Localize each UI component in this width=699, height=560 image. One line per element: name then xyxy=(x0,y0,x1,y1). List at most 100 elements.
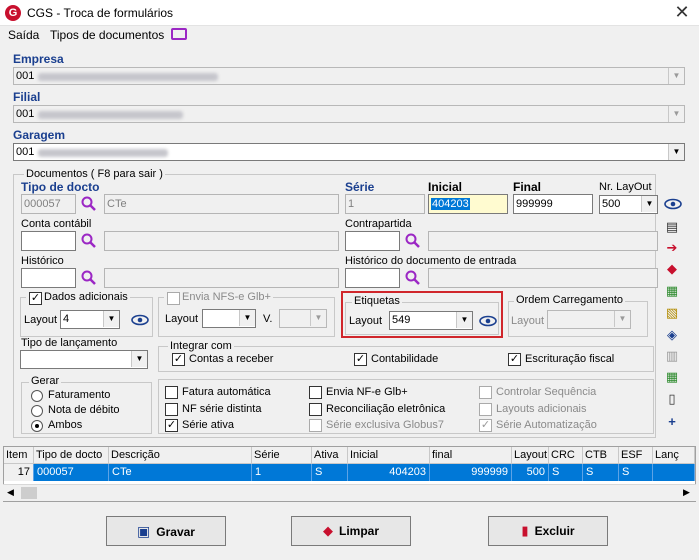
conta-contabil-field[interactable] xyxy=(21,231,76,251)
dados-adicionais-layout-select[interactable]: 4 ▼ xyxy=(60,310,120,329)
eye-icon[interactable] xyxy=(664,197,682,211)
historico-entrada-field[interactable] xyxy=(345,268,400,288)
preview-icon[interactable]: ▯ xyxy=(662,390,682,408)
table-row-cell[interactable]: 500 xyxy=(512,464,549,481)
envia-nfs-checkbox[interactable] xyxy=(167,292,180,305)
monitor-icon[interactable] xyxy=(171,28,187,40)
chevron-down-icon[interactable]: ▼ xyxy=(641,196,657,212)
nr-layout-select[interactable]: 500 ▼ xyxy=(599,195,658,214)
fatura-automatica-checkbox[interactable] xyxy=(165,386,178,399)
dados-adicionais-checkbox[interactable]: ✓ xyxy=(29,292,42,305)
column-header[interactable]: CRC xyxy=(549,447,583,464)
search-icon[interactable] xyxy=(404,232,422,250)
close-icon[interactable]: ✕ xyxy=(668,1,696,23)
column-header[interactable]: Descrição xyxy=(109,447,252,464)
serie-automatizacao-checkbox[interactable]: ✓ xyxy=(479,419,492,432)
table-row-cell[interactable]: 000057 xyxy=(34,464,109,481)
layers-icon[interactable]: ◈ xyxy=(662,326,682,344)
table-row-cell[interactable]: 999999 xyxy=(430,464,512,481)
tipo-lancamento-select[interactable]: ▼ xyxy=(20,350,148,369)
search-icon[interactable] xyxy=(80,269,98,287)
table-row-cell[interactable]: 1 xyxy=(252,464,312,481)
scroll-left-icon[interactable]: ◀ xyxy=(7,487,14,498)
tipo-docto-desc-field[interactable]: CTe xyxy=(104,194,339,214)
conta-contabil-desc-field[interactable] xyxy=(104,231,339,251)
nf-serie-distinta-checkbox[interactable] xyxy=(165,403,178,416)
garagem-select[interactable]: 001 ▼ xyxy=(13,143,685,161)
table-row-cell[interactable]: CTe xyxy=(109,464,252,481)
final-field[interactable]: 999999 xyxy=(513,194,593,214)
historico-desc-field[interactable] xyxy=(104,268,339,288)
chevron-down-icon[interactable]: ▼ xyxy=(239,310,255,326)
scroll-right-icon[interactable]: ▶ xyxy=(683,487,690,498)
chevron-down-icon[interactable]: ▼ xyxy=(310,310,326,326)
excluir-button[interactable]: ▮ Excluir xyxy=(488,516,608,546)
add-icon[interactable]: + xyxy=(662,413,682,431)
tipo-docto-code-field[interactable]: 000057 xyxy=(21,194,76,214)
chevron-down-icon[interactable]: ▼ xyxy=(668,106,684,122)
reconciliacao-checkbox[interactable] xyxy=(309,403,322,416)
ambos-radio[interactable] xyxy=(31,420,43,432)
serie-ativa-checkbox[interactable]: ✓ xyxy=(165,419,178,432)
column-header[interactable]: Tipo de docto xyxy=(34,447,109,464)
menu-saida[interactable]: Saída xyxy=(8,28,39,42)
column-header[interactable]: final xyxy=(430,447,512,464)
search-icon[interactable] xyxy=(404,269,422,287)
column-header[interactable]: CTB xyxy=(583,447,619,464)
column-header[interactable]: Inicial xyxy=(348,447,430,464)
layouts-adicionais-checkbox[interactable] xyxy=(479,403,492,416)
table-row-cell[interactable]: S xyxy=(583,464,619,481)
controlar-sequencia-checkbox[interactable] xyxy=(479,386,492,399)
historico-entrada-desc-field[interactable] xyxy=(428,268,658,288)
table-row-cell[interactable]: 17 xyxy=(4,464,34,481)
contas-receber-checkbox[interactable]: ✓ xyxy=(172,353,185,366)
horizontal-scrollbar[interactable]: ◀ ▶ xyxy=(3,484,696,501)
contrapartida-field[interactable] xyxy=(345,231,400,251)
chevron-down-icon[interactable]: ▼ xyxy=(614,311,630,327)
ordem-layout-select[interactable]: ▼ xyxy=(547,310,631,329)
serie-exclusiva-checkbox[interactable] xyxy=(309,419,322,432)
column-header[interactable]: Lanç xyxy=(653,447,695,464)
table-row-cell[interactable]: S xyxy=(549,464,583,481)
table-row-cell[interactable]: S xyxy=(619,464,653,481)
stack-icon[interactable]: ◆ xyxy=(662,260,682,278)
scrollbar-thumb[interactable] xyxy=(21,487,37,499)
contrapartida-desc-field[interactable] xyxy=(428,231,658,251)
print-icon[interactable]: ▥ xyxy=(662,347,682,365)
serie-field[interactable]: 1 xyxy=(345,194,425,214)
table-row-cell[interactable]: 404203 xyxy=(348,464,430,481)
table-row-cell[interactable]: S xyxy=(312,464,348,481)
eye-icon[interactable] xyxy=(131,313,149,327)
faturamento-radio[interactable] xyxy=(31,390,43,402)
chevron-down-icon[interactable]: ▼ xyxy=(131,351,147,367)
search-icon[interactable] xyxy=(80,232,98,250)
column-header[interactable]: Item xyxy=(4,447,34,464)
document-check-icon[interactable]: ▦ xyxy=(662,282,682,300)
search-icon[interactable] xyxy=(80,195,98,213)
chevron-down-icon[interactable]: ▼ xyxy=(668,68,684,84)
column-header[interactable]: ESF xyxy=(619,447,653,464)
table-row-cell[interactable] xyxy=(653,464,695,481)
column-header[interactable]: Layout xyxy=(512,447,549,464)
grid-icon[interactable]: ▦ xyxy=(662,368,682,386)
historico-field[interactable] xyxy=(21,268,76,288)
export-icon[interactable]: ➔ xyxy=(662,239,682,257)
column-header[interactable]: Ativa xyxy=(312,447,348,464)
chevron-down-icon[interactable]: ▼ xyxy=(103,311,119,327)
envia-nfs-version-select[interactable]: ▼ xyxy=(279,309,327,328)
contabilidade-checkbox[interactable]: ✓ xyxy=(354,353,367,366)
envia-nfe-checkbox[interactable] xyxy=(309,386,322,399)
filial-select[interactable]: 001 ▼ xyxy=(13,105,685,123)
limpar-button[interactable]: ◆ Limpar xyxy=(291,516,411,546)
nota-debito-radio[interactable] xyxy=(31,405,43,417)
menu-tipos-documentos[interactable]: Tipos de documentos xyxy=(50,28,164,42)
inicial-field[interactable]: 404203 xyxy=(428,194,508,214)
empresa-select[interactable]: 001 ▼ xyxy=(13,67,685,85)
envia-nfs-layout-select[interactable]: ▼ xyxy=(202,309,256,328)
gravar-button[interactable]: ▣ Gravar xyxy=(106,516,226,546)
copy-icon[interactable]: ▤ xyxy=(662,218,682,236)
chevron-down-icon[interactable]: ▼ xyxy=(668,144,684,160)
column-header[interactable]: Série xyxy=(252,447,312,464)
document-edit-icon[interactable]: ▧ xyxy=(662,304,682,322)
escrituracao-checkbox[interactable]: ✓ xyxy=(508,353,521,366)
